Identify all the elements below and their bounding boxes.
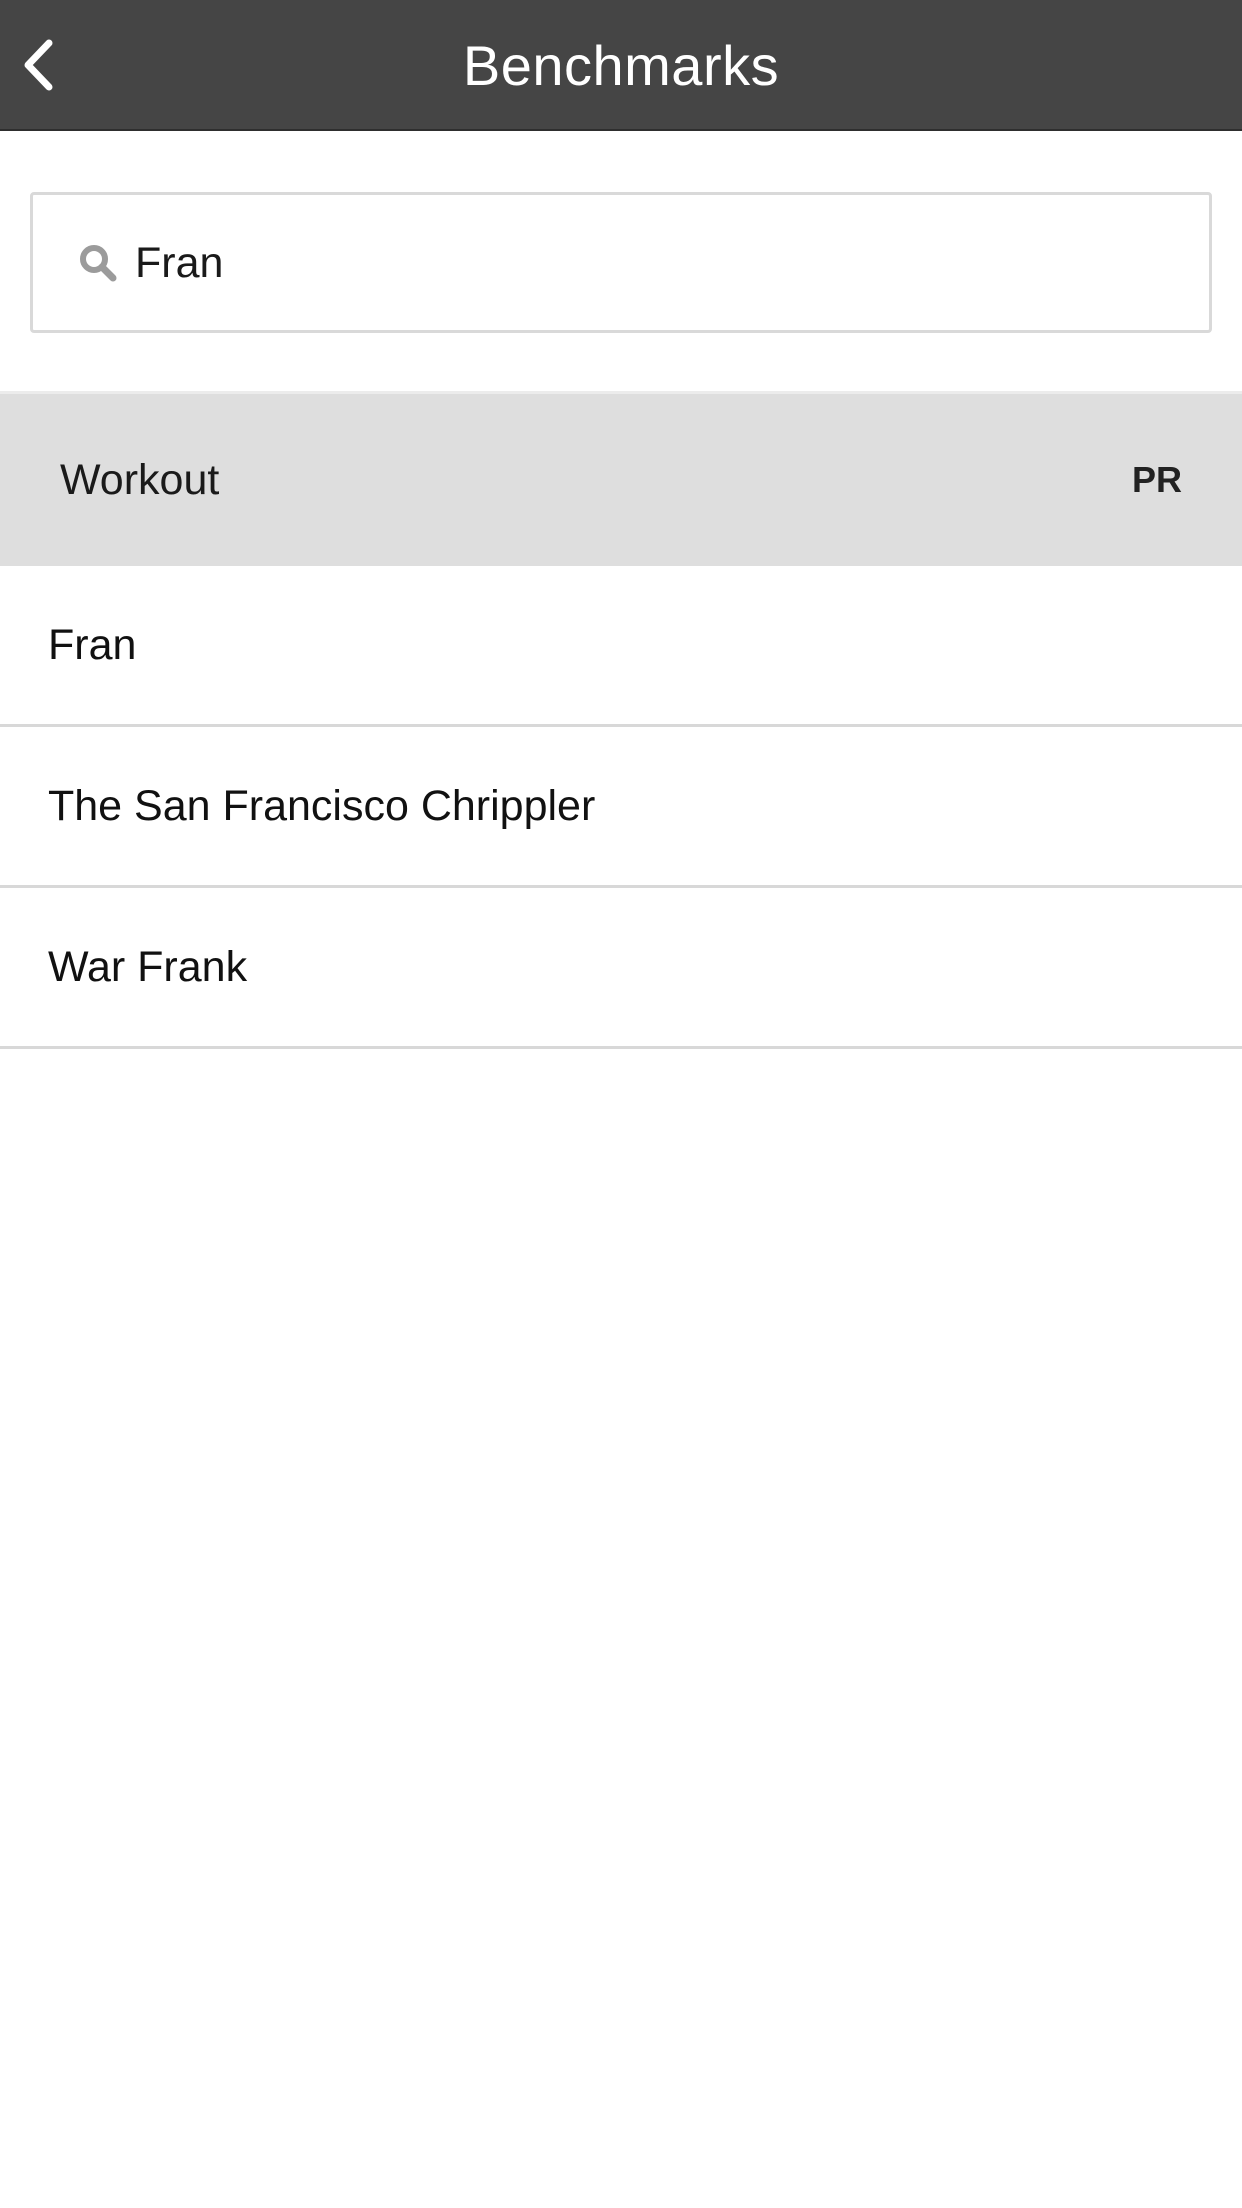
app-header: Benchmarks [0, 0, 1242, 131]
benchmarks-screen: Benchmarks Workout PR Fran The San Franc… [0, 0, 1242, 2208]
list-header: Workout PR [0, 391, 1242, 566]
list-item[interactable]: The San Francisco Chrippler [0, 727, 1242, 888]
list-item-label: The San Francisco Chrippler [48, 782, 596, 830]
list-item[interactable]: War Frank [0, 888, 1242, 1049]
results-list: Fran The San Francisco Chrippler War Fra… [0, 566, 1242, 1049]
list-item-label: Fran [48, 621, 137, 669]
search-icon [80, 245, 117, 282]
column-header-pr: PR [1131, 459, 1182, 500]
column-header-workout: Workout [60, 456, 220, 504]
page-title: Benchmarks [462, 34, 780, 97]
search-box[interactable] [30, 192, 1212, 333]
list-item[interactable]: Fran [0, 566, 1242, 727]
search-input[interactable] [135, 213, 1175, 313]
list-item-label: War Frank [48, 943, 248, 991]
